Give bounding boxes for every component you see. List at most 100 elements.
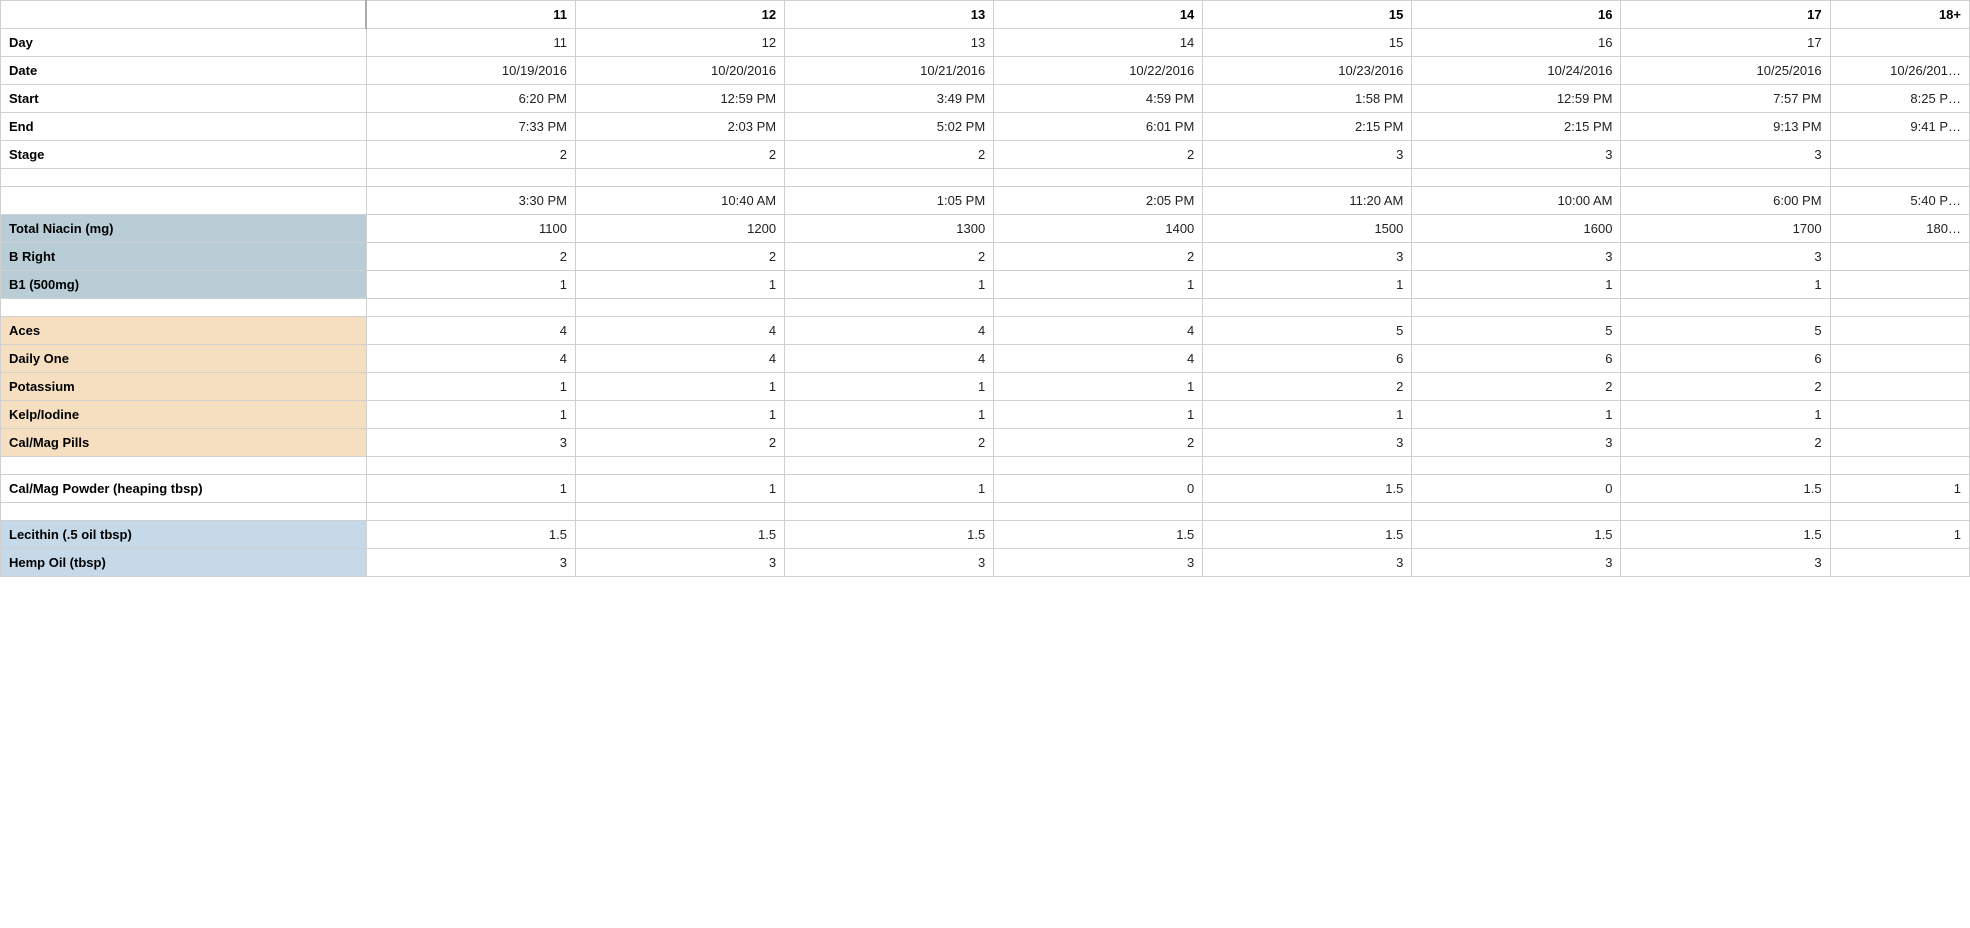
data-cell-empty4-col1 bbox=[576, 503, 785, 521]
data-cell-kelp-col1: 1 bbox=[576, 401, 785, 429]
data-cell-empty3-col7 bbox=[1830, 457, 1969, 475]
data-cell-empty3-col3 bbox=[994, 457, 1203, 475]
data-cell-b1-col7 bbox=[1830, 271, 1969, 299]
data-cell-start-col7: 8:25 P… bbox=[1830, 85, 1969, 113]
data-cell-calmag_pills-col0: 3 bbox=[366, 429, 575, 457]
data-cell-empty4-col0 bbox=[366, 503, 575, 521]
data-cell-end-col5: 2:15 PM bbox=[1412, 113, 1621, 141]
data-cell-kelp-col0: 1 bbox=[366, 401, 575, 429]
data-cell-calmag_powder-col4: 1.5 bbox=[1203, 475, 1412, 503]
data-cell-hemp_oil-col7 bbox=[1830, 549, 1969, 577]
header-day-5: 16 bbox=[1412, 1, 1621, 29]
data-cell-aces-col1: 4 bbox=[576, 317, 785, 345]
data-cell-calmag_pills-col1: 2 bbox=[576, 429, 785, 457]
data-cell-potassium-col6: 2 bbox=[1621, 373, 1830, 401]
row-label-b_right: B Right bbox=[1, 243, 367, 271]
data-cell-time2-col2: 1:05 PM bbox=[785, 187, 994, 215]
data-cell-empty2-col5 bbox=[1412, 299, 1621, 317]
data-cell-empty1-col4 bbox=[1203, 169, 1412, 187]
data-cell-time2-col0: 3:30 PM bbox=[366, 187, 575, 215]
data-cell-potassium-col2: 1 bbox=[785, 373, 994, 401]
data-cell-calmag_powder-col3: 0 bbox=[994, 475, 1203, 503]
data-cell-calmag_powder-col5: 0 bbox=[1412, 475, 1621, 503]
data-cell-hemp_oil-col6: 3 bbox=[1621, 549, 1830, 577]
data-cell-calmag_powder-col6: 1.5 bbox=[1621, 475, 1830, 503]
data-cell-kelp-col6: 1 bbox=[1621, 401, 1830, 429]
header-row: 1112131415161718+ bbox=[1, 1, 1970, 29]
data-cell-empty1-col6 bbox=[1621, 169, 1830, 187]
data-cell-potassium-col4: 2 bbox=[1203, 373, 1412, 401]
data-cell-date-col3: 10/22/2016 bbox=[994, 57, 1203, 85]
table-row bbox=[1, 299, 1970, 317]
data-cell-empty2-col2 bbox=[785, 299, 994, 317]
data-cell-total_niacin-col1: 1200 bbox=[576, 215, 785, 243]
data-cell-daily_one-col0: 4 bbox=[366, 345, 575, 373]
data-cell-empty1-col2 bbox=[785, 169, 994, 187]
data-cell-empty2-col0 bbox=[366, 299, 575, 317]
data-cell-daily_one-col4: 6 bbox=[1203, 345, 1412, 373]
data-cell-empty4-col5 bbox=[1412, 503, 1621, 521]
data-cell-start-col6: 7:57 PM bbox=[1621, 85, 1830, 113]
row-label-day: Day bbox=[1, 29, 367, 57]
data-cell-daily_one-col5: 6 bbox=[1412, 345, 1621, 373]
table-row: Potassium1111222 bbox=[1, 373, 1970, 401]
data-cell-start-col2: 3:49 PM bbox=[785, 85, 994, 113]
data-cell-empty3-col5 bbox=[1412, 457, 1621, 475]
data-cell-b_right-col7 bbox=[1830, 243, 1969, 271]
data-cell-b_right-col4: 3 bbox=[1203, 243, 1412, 271]
data-cell-empty3-col2 bbox=[785, 457, 994, 475]
data-cell-day-col5: 16 bbox=[1412, 29, 1621, 57]
data-cell-empty2-col3 bbox=[994, 299, 1203, 317]
table-row: Total Niacin (mg)11001200130014001500160… bbox=[1, 215, 1970, 243]
data-cell-lecithin-col2: 1.5 bbox=[785, 521, 994, 549]
data-cell-end-col4: 2:15 PM bbox=[1203, 113, 1412, 141]
table-row: 3:30 PM10:40 AM1:05 PM2:05 PM11:20 AM10:… bbox=[1, 187, 1970, 215]
data-cell-start-col5: 12:59 PM bbox=[1412, 85, 1621, 113]
table-row: End7:33 PM2:03 PM5:02 PM6:01 PM2:15 PM2:… bbox=[1, 113, 1970, 141]
row-label-total_niacin: Total Niacin (mg) bbox=[1, 215, 367, 243]
data-cell-b_right-col5: 3 bbox=[1412, 243, 1621, 271]
row-label-aces: Aces bbox=[1, 317, 367, 345]
data-cell-date-col2: 10/21/2016 bbox=[785, 57, 994, 85]
row-label-calmag_pills: Cal/Mag Pills bbox=[1, 429, 367, 457]
data-cell-empty2-col1 bbox=[576, 299, 785, 317]
data-cell-time2-col1: 10:40 AM bbox=[576, 187, 785, 215]
table-row: Daily One4444666 bbox=[1, 345, 1970, 373]
data-cell-day-col2: 13 bbox=[785, 29, 994, 57]
data-cell-calmag_powder-col0: 1 bbox=[366, 475, 575, 503]
table-row: Day11121314151617 bbox=[1, 29, 1970, 57]
header-day-3: 14 bbox=[994, 1, 1203, 29]
data-cell-potassium-col5: 2 bbox=[1412, 373, 1621, 401]
data-cell-hemp_oil-col3: 3 bbox=[994, 549, 1203, 577]
data-cell-day-col0: 11 bbox=[366, 29, 575, 57]
data-cell-start-col0: 6:20 PM bbox=[366, 85, 575, 113]
data-cell-empty2-col6 bbox=[1621, 299, 1830, 317]
data-cell-total_niacin-col5: 1600 bbox=[1412, 215, 1621, 243]
data-cell-end-col1: 2:03 PM bbox=[576, 113, 785, 141]
data-cell-date-col1: 10/20/2016 bbox=[576, 57, 785, 85]
data-cell-stage-col0: 2 bbox=[366, 141, 575, 169]
data-cell-empty3-col0 bbox=[366, 457, 575, 475]
row-label-hemp_oil: Hemp Oil (tbsp) bbox=[1, 549, 367, 577]
data-cell-stage-col5: 3 bbox=[1412, 141, 1621, 169]
data-cell-b_right-col3: 2 bbox=[994, 243, 1203, 271]
table-row: Date10/19/201610/20/201610/21/201610/22/… bbox=[1, 57, 1970, 85]
data-cell-lecithin-col3: 1.5 bbox=[994, 521, 1203, 549]
data-cell-date-col6: 10/25/2016 bbox=[1621, 57, 1830, 85]
row-label-date: Date bbox=[1, 57, 367, 85]
data-cell-b_right-col1: 2 bbox=[576, 243, 785, 271]
row-label-empty3 bbox=[1, 457, 367, 475]
data-cell-total_niacin-col0: 1100 bbox=[366, 215, 575, 243]
data-cell-stage-col1: 2 bbox=[576, 141, 785, 169]
data-cell-day-col4: 15 bbox=[1203, 29, 1412, 57]
table-row: Kelp/Iodine1111111 bbox=[1, 401, 1970, 429]
data-cell-lecithin-col4: 1.5 bbox=[1203, 521, 1412, 549]
data-cell-lecithin-col0: 1.5 bbox=[366, 521, 575, 549]
data-cell-empty4-col7 bbox=[1830, 503, 1969, 521]
data-cell-time2-col6: 6:00 PM bbox=[1621, 187, 1830, 215]
data-cell-empty4-col6 bbox=[1621, 503, 1830, 521]
header-day-6: 17 bbox=[1621, 1, 1830, 29]
header-day-2: 13 bbox=[785, 1, 994, 29]
data-cell-potassium-col0: 1 bbox=[366, 373, 575, 401]
data-cell-time2-col5: 10:00 AM bbox=[1412, 187, 1621, 215]
